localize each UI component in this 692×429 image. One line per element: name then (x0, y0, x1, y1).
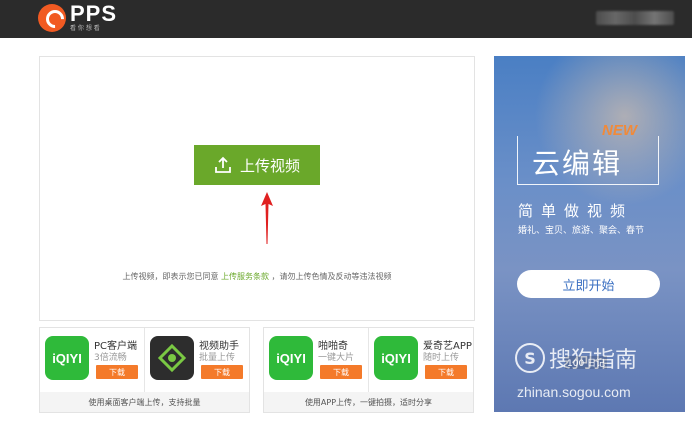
agreement-prefix: 上传视频，即表示您已同意 (122, 272, 219, 281)
ad-subtitle: 简单做视频 (518, 202, 634, 220)
download-button[interactable]: 下载 (96, 365, 138, 379)
brand-name: PPS (70, 1, 118, 26)
app-desc: 3倍流畅 (94, 353, 127, 363)
iqiyi-icon[interactable]: iQIYI (374, 336, 418, 380)
mobile-apps-panel: iQIYI 啪啪奇 一键大片 下载 iQIYI 爱奇艺APP 随时上传 下载 使… (263, 327, 474, 413)
upload-panel: 上传视频 上传视频，即表示您已同意 上传服务条款 ，请勿上传色情及反动等违法视频 (39, 56, 475, 321)
download-button[interactable]: 下载 (425, 365, 467, 379)
download-button[interactable]: 下载 (201, 365, 243, 379)
ad-tags: 婚礼、宝贝、旅游、聚会、春节 (518, 226, 645, 236)
video-helper-icon[interactable] (150, 336, 194, 380)
upload-agreement: 上传视频，即表示您已同意 上传服务条款 ，请勿上传色情及反动等违法视频 (40, 271, 474, 282)
app-video-helper: 视频助手 批量上传 下载 (145, 328, 249, 392)
pps-logo[interactable]: PPS 看 你 想 看 (38, 3, 117, 32)
upload-icon (215, 156, 231, 173)
app-desc: 随时上传 (423, 353, 460, 363)
upload-video-button[interactable]: 上传视频 (194, 145, 320, 185)
app-desc: 批量上传 (199, 353, 236, 363)
pps-logo-icon (38, 3, 66, 32)
app-papaqi: iQIYI 啪啪奇 一键大片 下载 (264, 328, 369, 392)
iqiyi-icon[interactable]: iQIYI (45, 336, 89, 380)
mobile-apps-caption: 使用APP上传，一键拍摄，适时分享 (304, 398, 433, 407)
terms-link[interactable]: 上传服务条款 (221, 272, 269, 281)
agreement-suffix: ，请勿上传色情及反动等违法视频 (271, 272, 392, 281)
papaqi-icon[interactable]: iQIYI (269, 336, 313, 380)
sogou-icon: S (515, 343, 545, 373)
leaf-icon (157, 343, 187, 373)
watermark-small: 100 日记 (565, 356, 608, 369)
app-desc: 一键大片 (318, 353, 355, 363)
app-pc-client: iQIYI PC客户端 3倍流畅 下载 (40, 328, 145, 392)
download-button[interactable]: 下载 (320, 365, 362, 379)
red-arrow-annotation (261, 192, 273, 244)
top-bar: PPS 看 你 想 看 (0, 0, 692, 38)
upload-video-label: 上传视频 (239, 156, 300, 175)
desktop-apps-caption: 使用桌面客户端上传，支持批量 (88, 398, 201, 407)
desktop-apps-panel: iQIYI PC客户端 3倍流畅 下载 视频助手 批量上传 下载 使用桌面客户端… (39, 327, 250, 413)
start-now-button[interactable]: 立即开始 (517, 270, 660, 298)
user-account-blurred[interactable] (596, 11, 674, 25)
app-iqiyi: iQIYI 爱奇艺APP 随时上传 下载 (369, 328, 473, 392)
ad-title: 云编辑 (532, 147, 623, 180)
watermark-url: zhinan.sogou.com (517, 384, 631, 400)
